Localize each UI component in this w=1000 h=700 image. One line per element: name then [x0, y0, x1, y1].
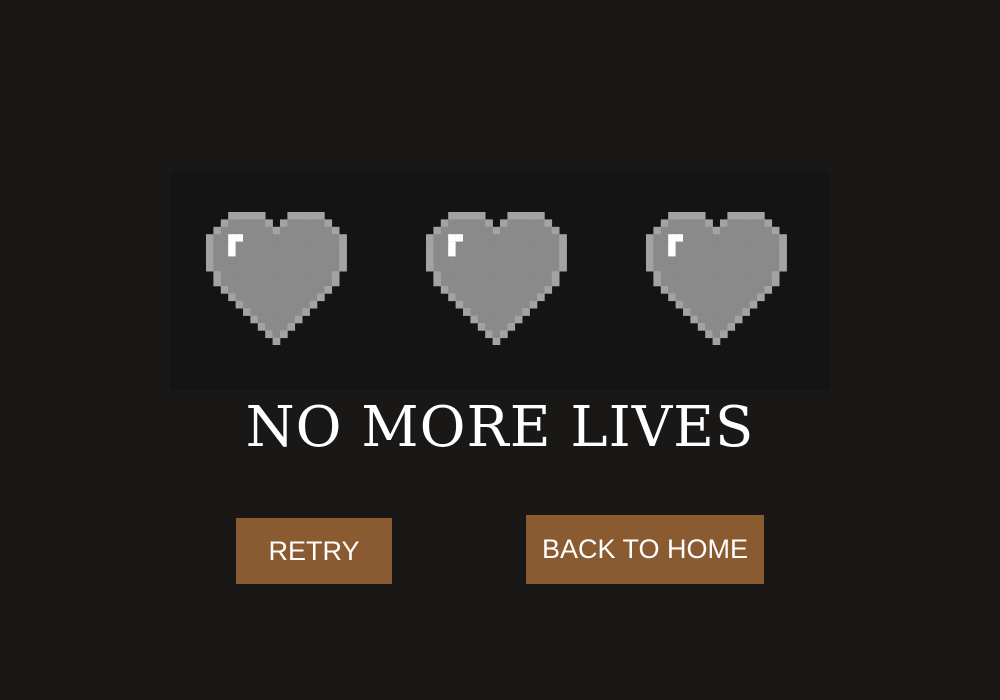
heart-pixels [426, 212, 567, 346]
heart-shine [448, 241, 456, 249]
heart-shine [228, 234, 236, 242]
heart-shine [228, 241, 236, 249]
empty-heart-icon [206, 212, 356, 352]
game-over-title: NO MORE LIVES [245, 395, 755, 460]
empty-heart-icon [426, 212, 576, 352]
heart-shine [455, 234, 463, 242]
lives-panel [170, 172, 830, 390]
heart-shine [668, 241, 676, 249]
heart-shine [668, 249, 676, 257]
retry-button[interactable]: RETRY [236, 518, 392, 584]
heart-shine [448, 249, 456, 257]
back-to-home-button[interactable]: BACK TO HOME [526, 515, 764, 584]
heart-shine [668, 234, 676, 242]
heart-pixels [646, 212, 787, 346]
heart-shine [235, 234, 243, 242]
heart-shine [675, 234, 683, 242]
game-over-screen: NO MORE LIVES RETRY BACK TO HOME [0, 0, 1000, 700]
heart-shine [228, 249, 236, 257]
heart-pixels [206, 212, 347, 346]
heart-shine [448, 234, 456, 242]
empty-heart-icon [646, 212, 796, 352]
